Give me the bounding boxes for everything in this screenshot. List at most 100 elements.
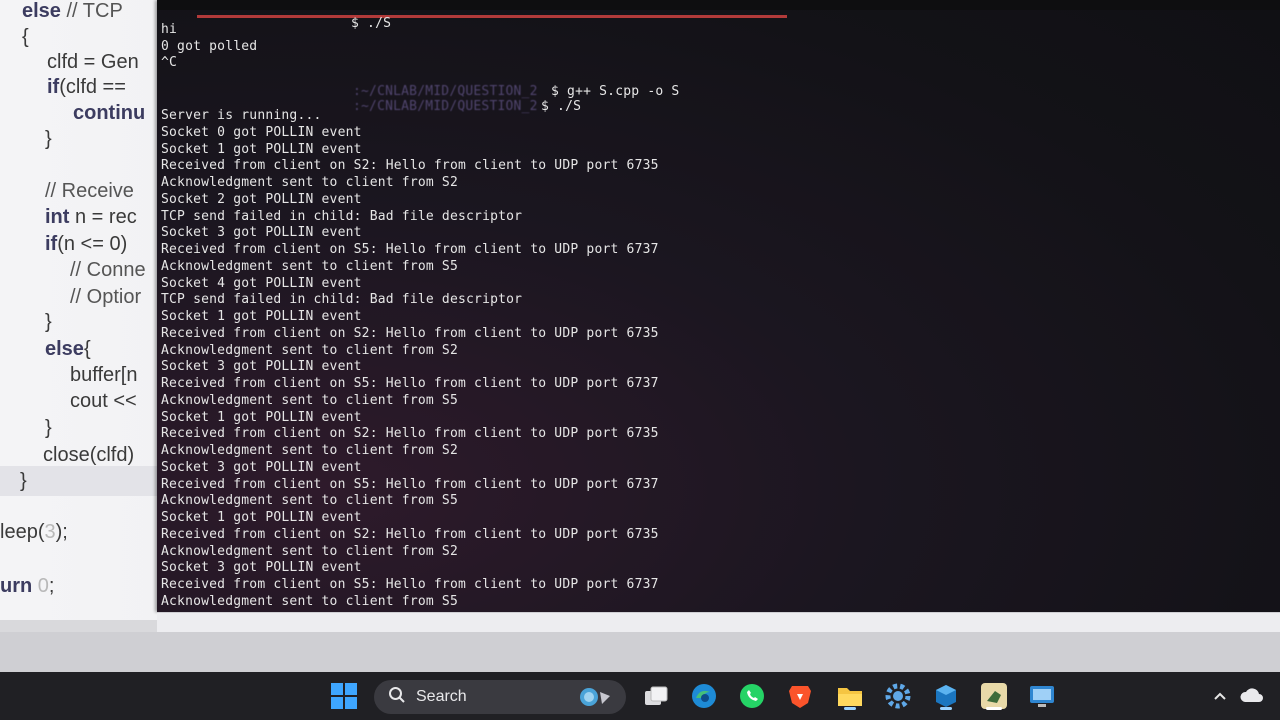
remote-desktop-icon[interactable]: [1026, 680, 1058, 712]
terminal-output-line: TCP send failed in child: Bad file descr…: [161, 292, 523, 308]
code-token: else: [22, 0, 61, 22]
file-explorer-icon[interactable]: [834, 680, 866, 712]
code-token: }: [45, 311, 52, 333]
code-line: if(clfd ==: [47, 76, 126, 104]
code-line: clfd = Gen: [47, 51, 139, 79]
terminal-output-line: Socket 0 got POLLIN event: [161, 124, 362, 140]
code-line: // Receive: [45, 180, 134, 208]
terminal-prompt-path: :~/CNLAB/MID/QUESTION_2: [353, 99, 538, 114]
windows-start-icon[interactable]: [328, 680, 360, 712]
settings-icon[interactable]: [882, 680, 914, 712]
code-token: buffer[n: [70, 364, 138, 386]
terminal-output-line: Acknowledgment sent to client from S2: [161, 443, 458, 458]
terminal-output-line: Received from client on S5: Hello from c…: [161, 577, 659, 592]
code-token: }: [45, 417, 52, 439]
terminal-output-line: Socket 1 got POLLIN event: [161, 409, 362, 425]
whatsapp-icon[interactable]: [736, 680, 768, 712]
terminal-output-line: hi: [161, 22, 178, 37]
code-line: urn 0;: [0, 575, 54, 603]
code-line: // Conne: [70, 259, 146, 287]
code-token: ;: [48, 575, 55, 597]
terminal-output-line: Acknowledgment sent to client from S5: [161, 493, 458, 509]
task-view-icon[interactable]: [640, 680, 672, 712]
code-token: if: [45, 233, 58, 255]
code-token: {: [83, 338, 91, 360]
terminal-output-line: Socket 4 got POLLIN event: [161, 275, 362, 291]
terminal-output-line: Received from client on S5: Hello from c…: [161, 476, 659, 492]
terminal-output-line: Received from client on S2: Hello from c…: [161, 158, 659, 174]
code-token: 0: [32, 575, 49, 597]
terminal-output-line: Acknowledgment sent to client from S2: [161, 342, 458, 358]
terminal-output-line: Socket 1 got POLLIN event: [161, 510, 362, 525]
code-line: else{: [45, 338, 91, 366]
code-token: continu: [73, 102, 146, 124]
terminal-prompt-path: :~/CNLAB/MID/QUESTION_2: [353, 84, 538, 99]
code-token: 3: [44, 521, 56, 543]
active-app-indicator: [844, 707, 856, 710]
code-line: if(n <= 0): [45, 233, 127, 261]
code-line: }: [45, 311, 52, 339]
terminal-output-line: Socket 1 got POLLIN event: [161, 309, 362, 324]
code-line: else // TCP: [22, 0, 123, 28]
terminal-output-line: Acknowledgment sent to client from S5: [161, 392, 458, 408]
code-token: (n <= 0): [57, 233, 128, 255]
editor-status-strip: [157, 612, 1280, 632]
code-token: );: [55, 521, 68, 543]
code-line: }: [45, 128, 52, 156]
code-line: // Optior: [70, 286, 141, 314]
terminal-titlebar: [157, 0, 1280, 10]
terminal-output-line: Socket 3 got POLLIN event: [161, 560, 362, 576]
virtualbox-icon[interactable]: [930, 680, 962, 712]
code-line: close(clfd): [43, 444, 134, 472]
vscode-icon[interactable]: [978, 680, 1010, 712]
terminal-output-line: Received from client on S2: Hello from c…: [161, 325, 659, 341]
code-line: leep(3);: [0, 521, 68, 549]
active-app-indicator: [940, 707, 952, 710]
widgets-icon[interactable]: [576, 684, 616, 715]
search-label: Search: [416, 688, 467, 705]
tray-chevron-icon[interactable]: [1204, 680, 1236, 712]
code-token: {: [22, 26, 29, 48]
onedrive-icon[interactable]: [1236, 680, 1268, 712]
terminal-output-line: Socket 3 got POLLIN event: [161, 359, 362, 375]
terminal-output-line: Acknowledgment sent to client from S2: [161, 543, 458, 559]
terminal-output-line: Socket 1 got POLLIN event: [161, 141, 362, 157]
code-token: // TCP: [60, 0, 123, 22]
brave-icon[interactable]: [784, 680, 816, 712]
code-token: }: [45, 128, 52, 150]
code-token: n = rec: [69, 206, 137, 228]
code-line: int n = rec: [45, 206, 137, 234]
code-line: buffer[n: [70, 364, 137, 392]
code-line: cout <<: [70, 390, 137, 418]
edge-icon[interactable]: [688, 680, 720, 712]
terminal-output-line: ^C: [161, 55, 178, 70]
taskbar: Search: [0, 672, 1280, 720]
active-app-indicator: [986, 707, 1002, 710]
terminal-output-line: TCP send failed in child: Bad file descr…: [161, 208, 523, 224]
terminal-output-line: Acknowledgment sent to client from S5: [161, 258, 458, 274]
terminal-tab-indicator: [197, 15, 787, 18]
code-line: {: [22, 26, 29, 54]
terminal-output-line: Socket 3 got POLLIN event: [161, 225, 362, 241]
code-token: // Conne: [70, 259, 146, 281]
terminal-output-line: Socket 3 got POLLIN event: [161, 459, 362, 475]
code-token: if: [47, 76, 60, 98]
terminal-output-line: Socket 2 got POLLIN event: [161, 191, 362, 207]
code-token: leep(: [0, 521, 45, 543]
code-line: }: [45, 417, 52, 445]
terminal-window[interactable]: $ ./S hi 0 got polled ^C :~/CNLAB/MID/QU…: [157, 0, 1280, 612]
code-token: cout <<: [70, 390, 137, 412]
terminal-output-line: Received from client on S2: Hello from c…: [161, 526, 659, 542]
code-line: continu: [73, 102, 145, 130]
terminal-prompt-command: $ g++ S.cpp -o S: [551, 84, 680, 99]
terminal-output-line: Received from client on S5: Hello from c…: [161, 376, 659, 391]
terminal-output-line: Received from client on S2: Hello from c…: [161, 426, 659, 442]
code-token: }: [20, 470, 27, 492]
code-token: urn: [0, 575, 33, 597]
code-token: (clfd ==: [59, 76, 126, 98]
terminal-output-line: Server is running...: [161, 108, 322, 123]
terminal-output-line: 0 got polled: [161, 39, 258, 54]
desktop-gap: [0, 632, 1280, 672]
taskbar-search-box[interactable]: Search: [374, 680, 626, 714]
terminal-output-line: Received from client on S5: Hello from c…: [161, 242, 659, 257]
